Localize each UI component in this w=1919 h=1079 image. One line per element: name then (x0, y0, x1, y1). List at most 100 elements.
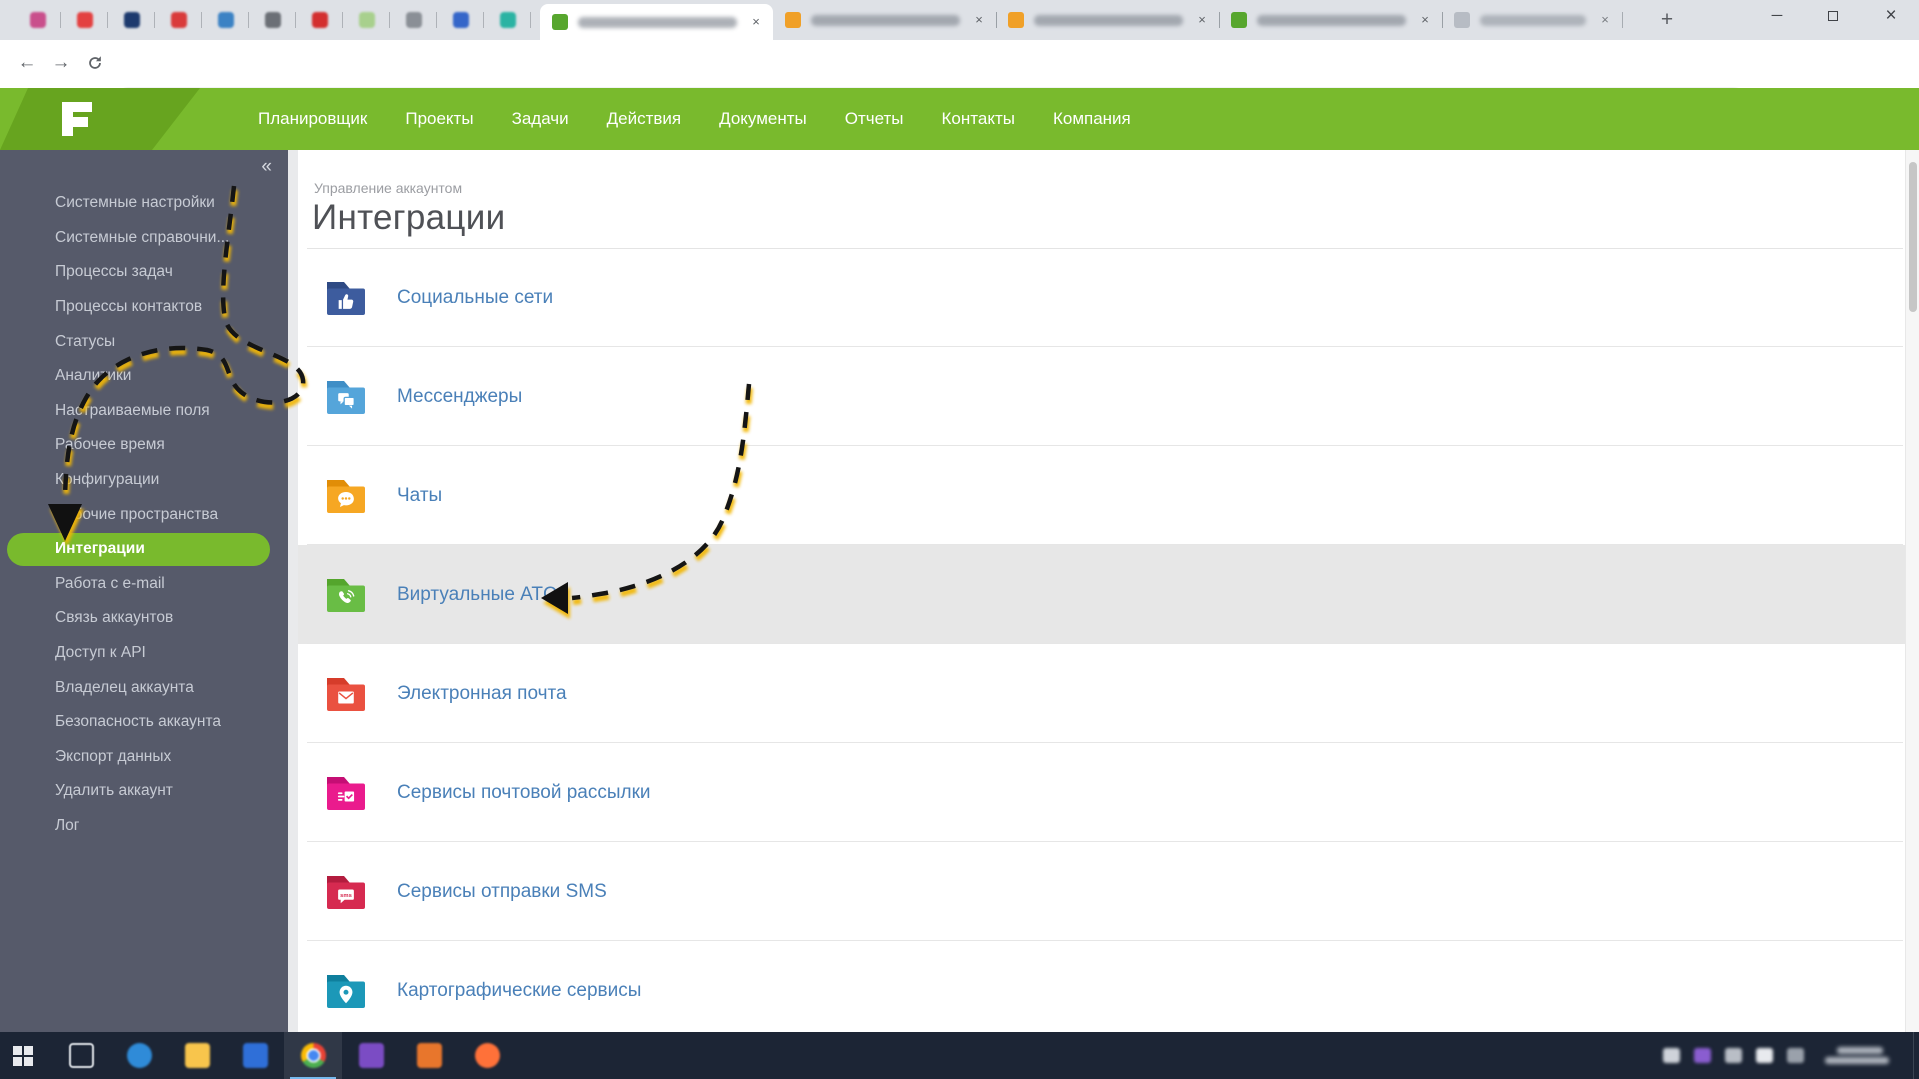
new-tab-button[interactable]: + (1652, 8, 1682, 34)
sidebar-item[interactable]: Рабочее время (0, 428, 288, 463)
taskbar-clock[interactable] (1825, 1044, 1889, 1067)
sidebar-item[interactable]: Работа с e-mail (0, 567, 288, 602)
sidebar-item[interactable]: Процессы задач (0, 255, 288, 290)
taskbar-app-button[interactable] (458, 1032, 516, 1079)
taskbar-app-button[interactable] (226, 1032, 284, 1079)
sidebar-item[interactable]: Процессы контактов (0, 290, 288, 325)
reload-button[interactable] (78, 40, 112, 88)
integration-link[interactable]: Виртуальные АТС (397, 584, 557, 606)
pinned-tab[interactable] (343, 0, 390, 40)
pinned-tab[interactable] (296, 0, 343, 40)
sidebar-item[interactable]: Удалить аккаунт (0, 774, 288, 809)
sidebar-item[interactable]: Статусы (0, 324, 288, 359)
planfix-logo[interactable] (0, 88, 210, 150)
integration-row[interactable]: Виртуальные АТС (298, 545, 1905, 644)
pinned-tab[interactable] (437, 0, 484, 40)
show-desktop-button[interactable] (1913, 1032, 1919, 1079)
integration-row[interactable]: Электронная почта (298, 644, 1905, 743)
integration-link[interactable]: Чаты (397, 485, 442, 507)
main-menu-item[interactable]: Документы (719, 109, 807, 129)
browser-tab[interactable]: × (996, 0, 1219, 40)
main-menu: Планировщик Проекты Задачи Действия Доку… (258, 88, 1131, 150)
pinned-tab[interactable] (155, 0, 202, 40)
tray-icon[interactable] (1694, 1048, 1711, 1063)
browser-tab[interactable]: × (1219, 0, 1442, 40)
start-button[interactable] (0, 1032, 46, 1079)
main-menu-item[interactable]: Компания (1053, 109, 1131, 129)
pinned-tab[interactable] (61, 0, 108, 40)
taskbar-app-button[interactable] (52, 1032, 110, 1079)
integration-row[interactable]: Сервисы отправки SMS (298, 842, 1905, 941)
tray-icon[interactable] (1663, 1048, 1680, 1063)
sidebar-item-label: Лог (55, 817, 79, 835)
pinned-tab[interactable] (14, 0, 61, 40)
pinned-tab[interactable] (108, 0, 155, 40)
sidebar-item[interactable]: Аналитики (0, 359, 288, 394)
sidebar-item[interactable]: Связь аккаунтов (0, 601, 288, 636)
sidebar-item[interactable]: Системные справочни... (0, 221, 288, 256)
integration-link[interactable]: Электронная почта (397, 683, 567, 705)
tab-favicon (1231, 12, 1247, 28)
browser-tab[interactable]: × (1442, 0, 1622, 40)
integration-link[interactable]: Сервисы отправки SMS (397, 881, 607, 903)
integration-row[interactable]: Социальные сети (298, 248, 1905, 347)
back-button[interactable]: ← (10, 40, 44, 88)
integration-row[interactable]: Мессенджеры (298, 347, 1905, 446)
main-menu-item[interactable]: Проекты (405, 109, 473, 129)
sidebar-item[interactable]: Настраиваемые поля (0, 394, 288, 429)
sidebar-item[interactable]: Системные настройки (0, 186, 288, 221)
integration-row[interactable]: Чаты (298, 446, 1905, 545)
window-minimize-button[interactable]: ─ (1754, 0, 1800, 34)
pinned-tab-favicon (359, 12, 375, 28)
tab-close-icon[interactable]: × (747, 13, 765, 31)
browser-tab[interactable]: × (540, 4, 773, 40)
browser-toolbar: ← → planfix.ru/?action=integration ☆ A ↑ (0, 40, 1919, 88)
tab-close-icon[interactable]: × (1193, 11, 1211, 29)
integration-link[interactable]: Картографические сервисы (397, 980, 641, 1002)
integration-row[interactable]: Сервисы почтовой рассылки (298, 743, 1905, 842)
pinned-tab[interactable] (484, 0, 531, 40)
sidebar-item[interactable]: Безопасность аккаунта (0, 705, 288, 740)
sidebar-item[interactable]: Конфигурации (0, 463, 288, 498)
folder-icon (322, 769, 370, 817)
main-menu-item[interactable]: Отчеты (845, 109, 904, 129)
folder-icon (322, 967, 370, 1015)
window-maximize-button[interactable] (1810, 0, 1856, 34)
integration-link[interactable]: Социальные сети (397, 287, 553, 309)
integration-link[interactable]: Мессенджеры (397, 386, 522, 408)
scrollbar-thumb[interactable] (1909, 162, 1917, 312)
sidebar-item[interactable]: Рабочие пространства (0, 497, 288, 532)
content-scrollbar[interactable] (1905, 150, 1919, 1032)
taskbar-app-button[interactable] (284, 1032, 342, 1079)
sidebar-item[interactable]: Экспорт данных (0, 740, 288, 775)
main-menu-item[interactable]: Планировщик (258, 109, 367, 129)
tray-icon[interactable] (1787, 1048, 1804, 1063)
forward-button[interactable]: → (44, 40, 78, 88)
integration-link[interactable]: Сервисы почтовой рассылки (397, 782, 651, 804)
main-menu-item[interactable]: Задачи (512, 109, 569, 129)
sidebar-item[interactable]: Интеграции (0, 532, 288, 567)
taskbar-app-button[interactable] (342, 1032, 400, 1079)
window-close-button[interactable]: × (1868, 0, 1914, 34)
pinned-tab[interactable] (249, 0, 296, 40)
taskbar-app-button[interactable] (110, 1032, 168, 1079)
tray-icon[interactable] (1725, 1048, 1742, 1063)
tab-title-blurred (578, 17, 737, 28)
tab-close-icon[interactable]: × (1416, 11, 1434, 29)
browser-tab[interactable]: × (773, 0, 996, 40)
pinned-tab-favicon (312, 12, 328, 28)
sidebar-item[interactable]: Доступ к API (0, 636, 288, 671)
main-menu-item[interactable]: Действия (607, 109, 681, 129)
tab-close-icon[interactable]: × (1596, 11, 1614, 29)
tab-close-icon[interactable]: × (970, 11, 988, 29)
pinned-tab[interactable] (202, 0, 249, 40)
tray-icon[interactable] (1756, 1048, 1773, 1063)
integration-row[interactable]: Картографические сервисы (298, 941, 1905, 1040)
pinned-tab[interactable] (390, 0, 437, 40)
taskbar-app-button[interactable] (400, 1032, 458, 1079)
sidebar-item[interactable]: Лог (0, 809, 288, 844)
sidebar-collapse-button[interactable]: « (261, 156, 272, 178)
taskbar-app-button[interactable] (168, 1032, 226, 1079)
main-menu-item[interactable]: Контакты (942, 109, 1015, 129)
sidebar-item[interactable]: Владелец аккаунта (0, 670, 288, 705)
